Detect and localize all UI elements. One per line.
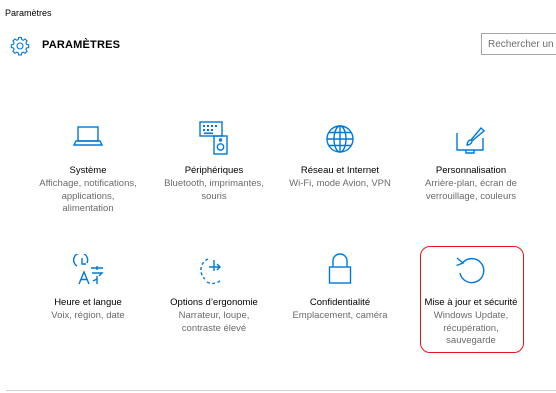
tile-desc-line: Wi-Fi, mode Avion, VPN bbox=[289, 178, 391, 189]
laptop-icon bbox=[72, 124, 104, 153]
paintbrush-display-icon bbox=[454, 123, 488, 160]
tile-desc-line: Arrière-plan, écran de bbox=[425, 178, 517, 189]
tile-desc-line: Emplacement, caméra bbox=[292, 310, 388, 321]
tile-confidentialite[interactable]: Confidentialité Emplacement, caméra bbox=[265, 250, 415, 340]
tile-label: Personnalisation bbox=[435, 165, 507, 176]
page-title: PARAMÈTRES bbox=[42, 39, 121, 51]
tile-desc: Arrière-plan, écran de verrouillage, cou… bbox=[396, 178, 546, 203]
ease-of-access-icon bbox=[197, 254, 231, 291]
tile-desc: Wi-Fi, mode Avion, VPN bbox=[265, 178, 415, 191]
tile-label: Mise à jour et sécurité bbox=[424, 297, 518, 308]
tile-desc-line: sauvegarde bbox=[446, 335, 496, 346]
tile-desc-line: Windows Update, bbox=[433, 310, 509, 321]
tile-desc-line: verrouillage, couleurs bbox=[425, 190, 517, 202]
divider bbox=[6, 390, 556, 391]
language-icon bbox=[71, 252, 105, 291]
tile-label: Réseau et Internet bbox=[300, 165, 380, 176]
window-title: Paramètres bbox=[5, 8, 52, 18]
tile-personnalisation[interactable]: Personnalisation Arrière-plan, écran de … bbox=[396, 118, 546, 223]
tile-desc: Windows Update, récupération, sauvegarde bbox=[396, 310, 546, 348]
tile-desc-line: récupération, bbox=[443, 322, 499, 334]
tile-label: Confidentialité bbox=[309, 297, 371, 308]
settings-window: Paramètres PARAMÈTRES Rechercher un p Sy… bbox=[0, 0, 556, 393]
tile-desc: Emplacement, caméra bbox=[265, 310, 415, 323]
update-refresh-icon bbox=[454, 254, 488, 291]
lock-icon bbox=[327, 252, 353, 291]
tile-mise-a-jour[interactable]: Mise à jour et sécurité Windows Update, … bbox=[396, 250, 546, 350]
keyboard-speaker-icon bbox=[199, 120, 229, 163]
title-bar: Paramètres bbox=[0, 0, 556, 30]
globe-icon bbox=[324, 123, 356, 160]
search-input[interactable]: Rechercher un p bbox=[481, 33, 556, 55]
tile-reseau[interactable]: Réseau et Internet Wi-Fi, mode Avion, VP… bbox=[265, 118, 415, 223]
gear-icon bbox=[10, 36, 30, 56]
